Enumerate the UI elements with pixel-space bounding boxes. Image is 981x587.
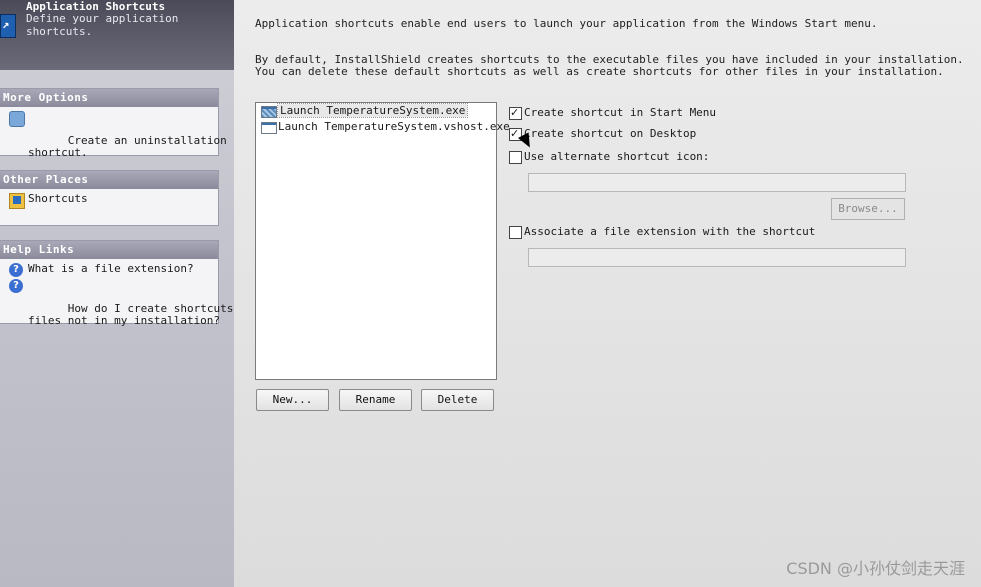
alt-icon-checkbox[interactable] <box>509 151 522 164</box>
other-places-panel: Other Places Shortcuts <box>0 170 219 226</box>
banner-subtitle: Define your application shortcuts. <box>26 12 179 38</box>
browse-button[interactable]: Browse... <box>831 198 905 220</box>
help-icon: ? <box>9 263 23 277</box>
file-extension-field[interactable] <box>528 248 906 267</box>
help-icon: ? <box>9 279 23 293</box>
alt-icon-label: Use alternate shortcut icon: <box>524 150 710 163</box>
start-menu-label: Create shortcut in Start Menu <box>524 106 717 119</box>
help-link-file-extension[interactable]: ? What is a file extension? <box>0 259 218 279</box>
create-uninstall-shortcut-label: Create an uninstallation shortcut. <box>28 134 227 159</box>
create-uninstall-shortcut-link[interactable]: Create an uninstallation shortcut. <box>0 107 227 175</box>
start-menu-checkbox[interactable] <box>509 106 522 120</box>
shortcuts-link-label: Shortcuts <box>28 192 88 205</box>
more-options-header[interactable]: More Options <box>0 89 218 107</box>
shortcut-label: Launch TemperatureSystem.vshost.exe <box>278 120 510 133</box>
watermark: CSDN @小孙仗剑走天涯 <box>786 559 965 578</box>
shortcuts-list[interactable]: Launch TemperatureSystem.exe Launch Temp… <box>255 102 510 380</box>
view-banner: ↗ Application Shortcuts Define your appl… <box>0 0 234 70</box>
main-content: Application shortcuts enable end users t… <box>234 0 981 587</box>
help-links-header[interactable]: Help Links <box>0 241 218 259</box>
help-link-create-shortcuts-label: How do I create shortcuts to files not i… <box>28 302 253 327</box>
shortcut-icon <box>261 122 277 134</box>
other-places-header[interactable]: Other Places <box>0 171 218 189</box>
rename-button[interactable]: Rename <box>339 389 412 411</box>
shortcuts-link[interactable]: Shortcuts <box>0 189 218 209</box>
file-extension-label: Associate a file extension with the shor… <box>524 225 816 238</box>
help-link-file-extension-label: What is a file extension? <box>28 262 194 275</box>
help-links-panel: Help Links ? What is a file extension? ?… <box>0 240 253 327</box>
shortcut-label: Launch TemperatureSystem.exe <box>276 103 469 118</box>
desktop-label: Create shortcut on Desktop <box>524 127 697 140</box>
shortcut-icon <box>261 106 277 118</box>
shortcut-arrow-icon: ↗ <box>0 14 16 38</box>
sidebar: ↗ Application Shortcuts Define your appl… <box>0 0 253 587</box>
alt-icon-path-field[interactable] <box>528 173 906 192</box>
delete-button[interactable]: Delete <box>421 389 494 411</box>
help-link-create-shortcuts[interactable]: ? How do I create shortcuts to files not… <box>0 279 253 343</box>
new-button[interactable]: New... <box>256 389 329 411</box>
intro-text-3: You can delete these default shortcuts a… <box>255 65 944 78</box>
more-options-panel: More Options Create an uninstallation sh… <box>0 88 227 159</box>
list-item[interactable]: Launch TemperatureSystem.vshost.exe <box>256 119 510 135</box>
shortcuts-folder-icon <box>9 193 25 209</box>
file-extension-checkbox[interactable] <box>509 226 522 239</box>
intro-text-1: Application shortcuts enable end users t… <box>255 17 878 30</box>
list-item[interactable]: Launch TemperatureSystem.exe <box>256 103 496 119</box>
uninstall-shortcut-icon <box>9 111 25 127</box>
